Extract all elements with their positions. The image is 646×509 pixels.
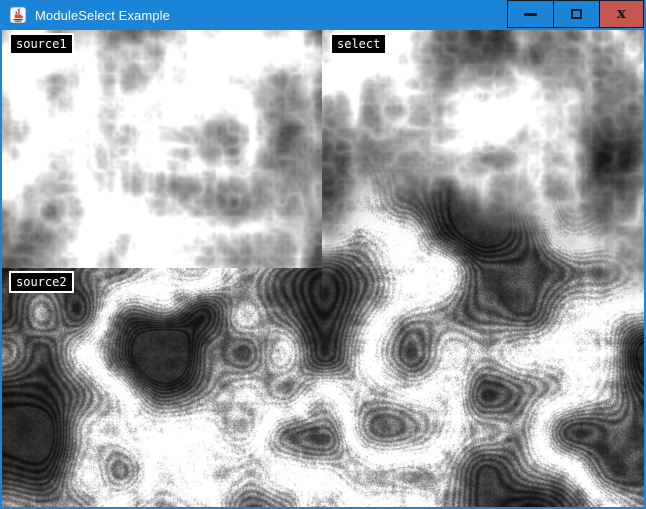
source1-image [2,30,322,268]
close-button[interactable]: x [599,0,644,28]
window-title: ModuleSelect Example [35,8,170,23]
source2-image [2,268,322,507]
titlebar[interactable]: ModuleSelect Example x [2,0,644,30]
window-controls: x [508,0,644,28]
maximize-button[interactable] [553,0,600,28]
select-label: select [330,33,387,55]
minimize-icon [524,13,537,16]
close-icon: x [617,6,626,21]
maximize-icon [571,9,582,19]
source1-label: source1 [9,33,74,55]
app-window: ModuleSelect Example x source1 select so… [0,0,646,509]
java-coffee-cup-icon [10,7,26,23]
minimize-button[interactable] [507,0,554,28]
render-area: source1 select source2 [2,30,644,507]
source2-label: source2 [9,271,74,293]
